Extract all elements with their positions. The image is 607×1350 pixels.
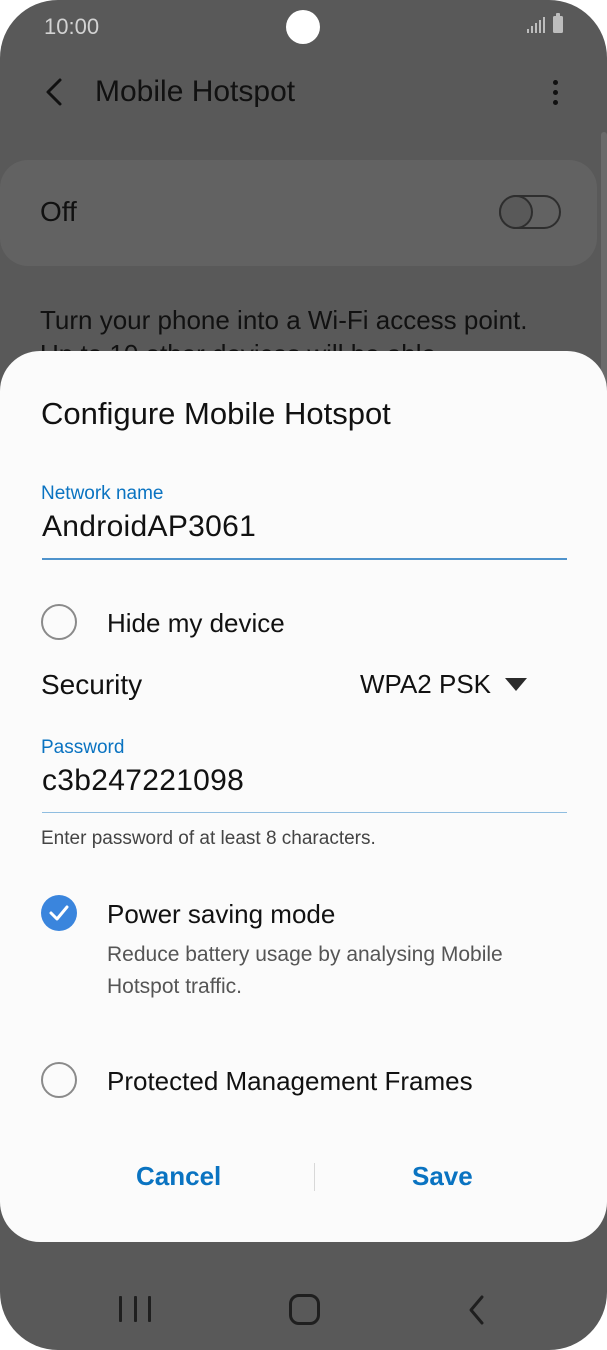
signal-icon xyxy=(527,17,545,33)
power-saving-description: Reduce battery usage by analysing Mobile… xyxy=(107,943,503,998)
network-name-label: Network name xyxy=(41,483,164,504)
hide-device-label: Hide my device xyxy=(107,608,285,638)
recent-apps-icon xyxy=(119,1296,122,1322)
status-icons xyxy=(527,13,563,33)
checkmark-icon xyxy=(49,905,69,921)
recent-apps-button[interactable] xyxy=(119,1291,151,1327)
back-button[interactable] xyxy=(34,72,74,112)
more-options-button[interactable] xyxy=(537,72,573,112)
password-hint: Enter password of at least 8 characters. xyxy=(41,828,376,849)
button-divider xyxy=(314,1163,315,1191)
dialog-title: Configure Mobile Hotspot xyxy=(41,396,391,431)
page-title: Mobile Hotspot xyxy=(95,75,296,108)
password-field[interactable]: c3b247221098 xyxy=(42,764,244,798)
security-label: Security xyxy=(41,669,143,700)
pmf-label: Protected Management Frames xyxy=(107,1066,473,1096)
hide-device-checkbox[interactable] xyxy=(41,604,77,640)
dropdown-arrow-icon xyxy=(505,678,528,691)
toggle-knob xyxy=(499,195,533,229)
hotspot-toggle-card[interactable]: Off xyxy=(0,160,597,266)
power-saving-label: Power saving mode xyxy=(107,899,336,929)
more-vert-icon xyxy=(552,79,558,85)
battery-icon xyxy=(553,13,563,33)
status-time: 10:00 xyxy=(44,14,100,39)
save-button[interactable]: Save xyxy=(412,1161,473,1192)
pmf-checkbox[interactable] xyxy=(41,1062,77,1098)
camera-cutout xyxy=(286,10,320,44)
security-value: WPA2 PSK xyxy=(360,669,492,699)
phone-screen: 10:00 Mobile Hotspot Off Turn your phone… xyxy=(0,0,607,1350)
nav-back-icon xyxy=(469,1295,484,1325)
configure-hotspot-dialog: Configure Mobile Hotspot Network name An… xyxy=(0,351,607,1242)
hotspot-toggle-switch[interactable] xyxy=(499,195,561,229)
hotspot-status-label: Off xyxy=(40,196,77,227)
home-button[interactable] xyxy=(289,1294,320,1325)
network-name-field[interactable]: AndroidAP3061 xyxy=(42,510,256,544)
password-label: Password xyxy=(41,737,125,758)
nav-back-button[interactable] xyxy=(460,1292,492,1328)
power-saving-checkbox[interactable] xyxy=(41,895,77,931)
back-arrow-icon xyxy=(46,78,62,106)
scroll-indicator xyxy=(601,132,607,387)
cancel-button[interactable]: Cancel xyxy=(136,1161,221,1192)
security-dropdown[interactable]: WPA2 PSK xyxy=(360,669,528,700)
password-underline xyxy=(42,812,567,813)
network-name-underline xyxy=(42,558,567,560)
